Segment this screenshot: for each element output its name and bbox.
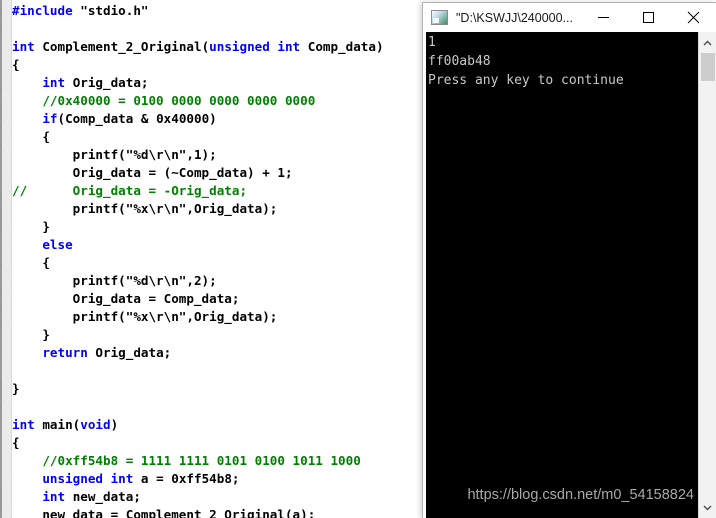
code-token: Orig_data;: [72, 75, 149, 90]
code-token: Orig_data;: [95, 345, 172, 360]
code-token: }: [12, 219, 50, 234]
code-token: printf("%d\r\n",2);: [12, 273, 217, 288]
code-token: int: [12, 417, 43, 432]
code-token: int: [42, 489, 73, 504]
code-token: (Comp_data & 0x40000): [57, 111, 217, 126]
code-token: return: [42, 345, 96, 360]
code-token: if: [42, 111, 58, 126]
code-token: else: [42, 237, 73, 252]
code-token: // Orig_data = -Orig_data;: [12, 183, 248, 198]
chevron-down-icon: [703, 505, 712, 510]
maximize-icon: [643, 12, 654, 23]
close-button[interactable]: [671, 3, 716, 32]
scrollbar-thumb[interactable]: [701, 53, 715, 81]
code-token: printf("%x\r\n",Orig_data);: [12, 201, 278, 216]
scroll-down-arrow-icon[interactable]: [699, 498, 716, 516]
code-token: }: [12, 327, 50, 342]
code-token: //0x40000 = 0100 0000 0000 0000 0000: [12, 93, 316, 108]
console-output-text: 1 ff00ab48 Press any key to continue: [428, 35, 624, 88]
code-token: Orig_data = (~Comp_data) + 1;: [12, 165, 293, 180]
console-titlebar[interactable]: "D:\KSWJJ\240000...: [423, 3, 716, 32]
blog-url-watermark: https://blog.csdn.net/m0_54158824: [467, 487, 694, 503]
code-token: unsigned int: [42, 471, 141, 486]
close-icon: [687, 11, 700, 24]
code-token: void: [80, 417, 111, 432]
console-window[interactable]: "D:\KSWJJ\240000... 1 ff00ab48 Press any…: [422, 2, 716, 518]
console-window-title: "D:\KSWJJ\240000...: [456, 10, 573, 25]
code-token: Orig_data = Comp_data;: [12, 291, 240, 306]
console-app-icon: [431, 10, 448, 25]
code-token: int: [12, 39, 43, 54]
code-token: {: [12, 255, 50, 270]
scroll-up-arrow-icon[interactable]: [699, 34, 716, 52]
console-output-area[interactable]: 1 ff00ab48 Press any key to continue htt…: [426, 32, 716, 518]
code-token: {: [12, 435, 20, 450]
code-token: unsigned int: [209, 39, 308, 54]
chevron-up-icon: [703, 40, 712, 45]
code-token: "stdio.h": [80, 3, 149, 18]
maximize-button[interactable]: [626, 3, 671, 32]
code-token: new_data = Complement_2_Original(a);: [12, 507, 316, 518]
code-token: {: [12, 129, 50, 144]
code-token: Complement_2_Original(: [42, 39, 210, 54]
code-token: int: [42, 75, 73, 90]
code-token: printf("%x\r\n",Orig_data);: [12, 309, 278, 324]
code-token: main(: [42, 417, 81, 432]
code-token: a = 0xff54b8;: [140, 471, 240, 486]
code-token: ): [110, 417, 119, 432]
minimize-icon: [598, 17, 609, 18]
code-token: new_data;: [72, 489, 141, 504]
code-token: }: [12, 381, 20, 396]
code-token: //0xff54b8 = 1111 1111 0101 0100 1011 10…: [12, 453, 361, 468]
code-token: #include: [12, 3, 81, 18]
code-token: Comp_data): [307, 39, 384, 54]
minimize-button[interactable]: [581, 3, 626, 32]
console-scrollbar[interactable]: [698, 32, 716, 518]
editor-gutter: [0, 0, 12, 518]
code-token: printf("%d\r\n",1);: [12, 147, 217, 162]
code-token: {: [12, 57, 20, 72]
